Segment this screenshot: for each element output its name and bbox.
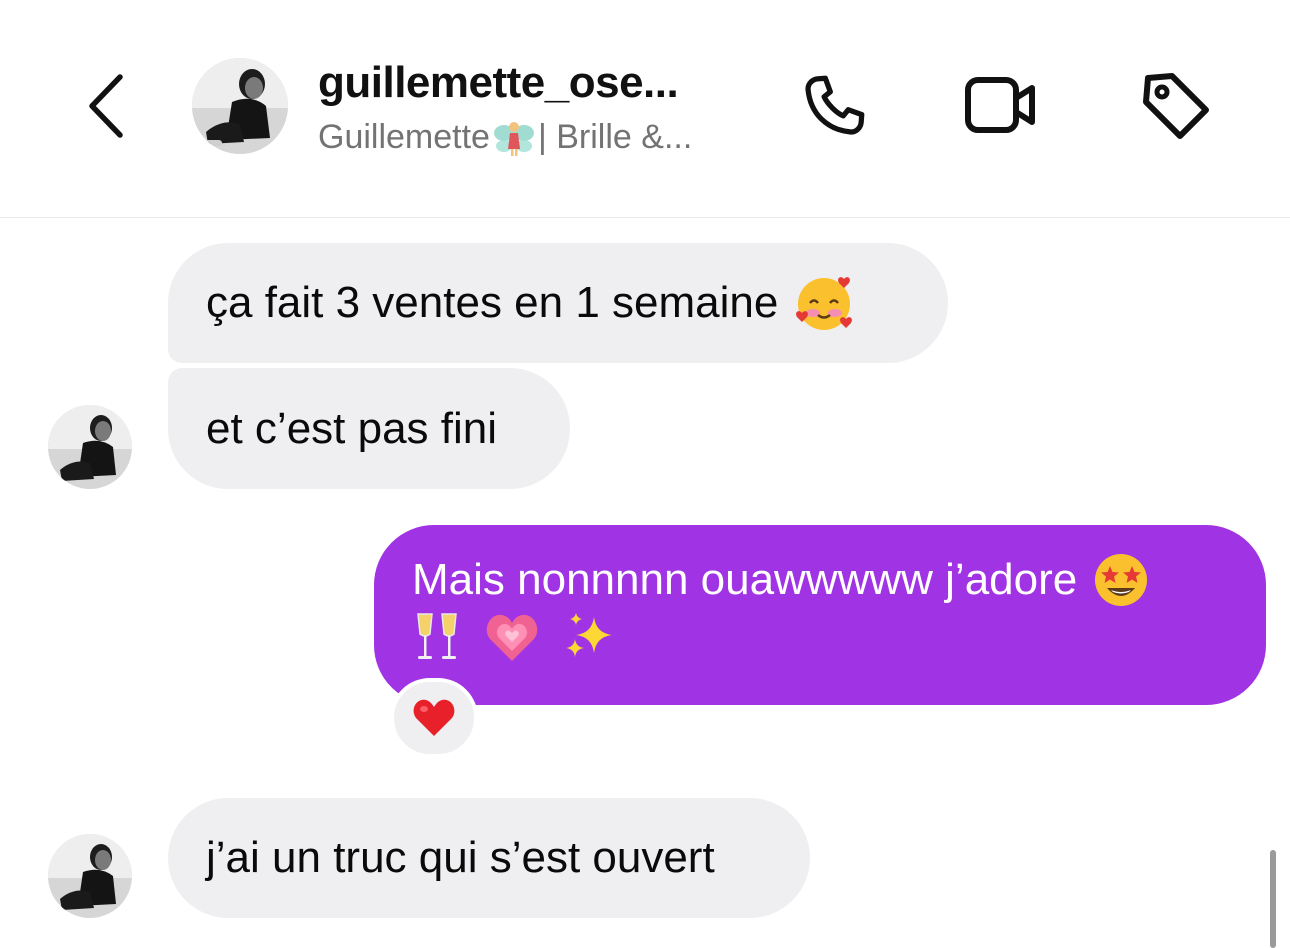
message-text: j’ai un truc qui s’est ouvert	[206, 833, 715, 882]
contact-subtitle[interactable]: Guillemette | Brille &...	[318, 118, 692, 157]
incoming-message[interactable]: j’ai un truc qui s’est ouvert	[168, 798, 810, 918]
back-button[interactable]	[78, 68, 134, 144]
sender-avatar[interactable]	[48, 834, 132, 918]
audio-call-button[interactable]	[792, 64, 876, 148]
sparkles-icon	[566, 613, 612, 657]
growing-heart-icon	[486, 614, 538, 661]
message-text: et c’est pas fini	[206, 403, 498, 453]
video-call-button[interactable]	[958, 64, 1042, 148]
clinking-glasses-icon	[417, 613, 457, 659]
tag-button[interactable]	[1134, 64, 1218, 148]
fairy-emoji-icon	[492, 119, 536, 157]
contact-avatar[interactable]	[192, 58, 288, 154]
star-struck-icon	[1095, 554, 1148, 606]
smiling-face-with-hearts-icon	[796, 277, 853, 330]
tag-icon	[1143, 73, 1209, 139]
back-chevron-icon	[89, 74, 123, 138]
phone-icon	[805, 75, 865, 135]
incoming-message[interactable]: ça fait 3 ventes en 1 semaine	[168, 243, 948, 363]
heart-reaction[interactable]	[390, 678, 478, 758]
subtitle-bio: | Brille &...	[537, 118, 693, 156]
message-text: ça fait 3 ventes en 1 semaine	[206, 278, 779, 327]
incoming-message[interactable]: et c’est pas fini	[168, 368, 570, 489]
sender-avatar[interactable]	[48, 405, 132, 489]
message-text: Mais nonnnnn ouawwwww j’adore	[412, 555, 1078, 604]
scrollbar[interactable]	[1270, 850, 1276, 948]
subtitle-name: Guillemette	[318, 118, 490, 156]
outgoing-message[interactable]: Mais nonnnnn ouawwwww j’adore	[374, 525, 1266, 705]
video-camera-icon	[965, 77, 1035, 133]
red-heart-icon	[413, 699, 455, 736]
contact-username[interactable]: guillemette_ose...	[318, 58, 679, 108]
chat-header: guillemette_ose... Guillemette | Brille …	[0, 0, 1290, 218]
